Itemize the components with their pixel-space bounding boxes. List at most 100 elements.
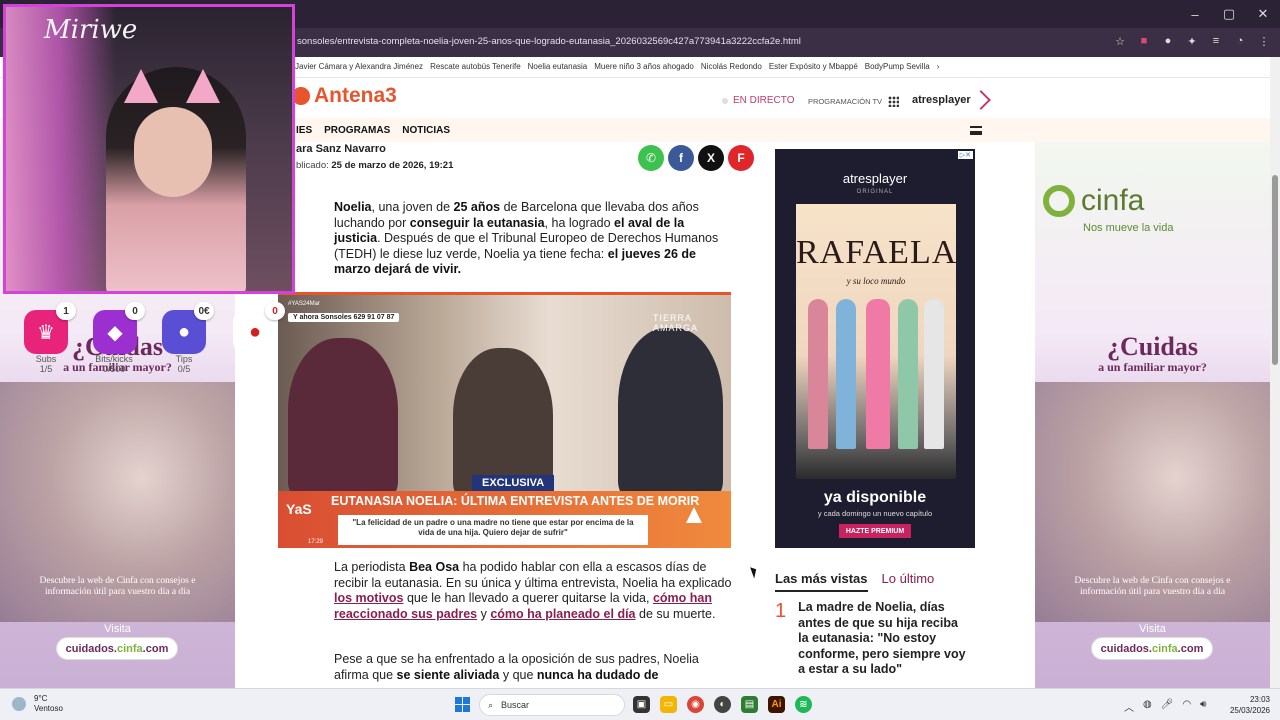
- microphone-icon[interactable]: 🎤︎: [1161, 699, 1174, 714]
- more-menu-icon[interactable]: ⋮: [1256, 33, 1272, 49]
- widget-progress: 0/5: [177, 364, 191, 374]
- grid-icon: [888, 96, 900, 107]
- subs-count: 1: [56, 302, 76, 320]
- bookmark-item[interactable]: Javier Cámara y Alexandra Jiménez: [295, 62, 423, 71]
- tv-guide-label: PROGRAMACIÓN TV: [808, 97, 883, 106]
- puzzle-icon[interactable]: ✦: [1184, 33, 1200, 49]
- volume-icon[interactable]: 🔊︎: [1200, 699, 1206, 714]
- bookmark-item[interactable]: Muere niño 3 años ahogado: [594, 62, 694, 71]
- webcam-overlay: Miriwe: [3, 4, 295, 294]
- weather-widget[interactable]: 9°C Ventoso: [34, 694, 63, 714]
- profile-icon[interactable]: ◔: [1232, 33, 1248, 49]
- bookmark-item[interactable]: Nicolás Redondo: [701, 62, 762, 71]
- weather-cloud-icon[interactable]: [12, 697, 26, 711]
- bits-widget: ◆ 0: [93, 302, 145, 354]
- cam-background-light: [6, 7, 116, 291]
- intro-bold: conseguir la eutanasia: [409, 215, 545, 230]
- presenter-figure: [288, 338, 398, 498]
- network-icon[interactable]: ◍: [1143, 699, 1152, 714]
- ad-url-button[interactable]: cuidados. cinfa .com: [56, 637, 178, 660]
- ad-url-part: .com: [142, 642, 169, 655]
- link-dia[interactable]: cómo ha planeado el día: [490, 607, 635, 621]
- whatsapp-share-icon[interactable]: ✆: [638, 145, 664, 171]
- para-bold: nunca ha dudado de: [536, 667, 659, 682]
- url-input[interactable]: sonsoles/entrevista-completa-noelia-jove…: [297, 36, 801, 47]
- flipboard-share-icon[interactable]: F: [728, 145, 754, 171]
- atresplayer-link[interactable]: atresplayer: [912, 90, 991, 110]
- bookmark-item[interactable]: Noelia eutanasia: [528, 62, 588, 71]
- show-poster: RAFAELA y su loco mundo: [796, 204, 956, 479]
- atresplayer-ad[interactable]: ▷✕ atresplayer ORIGINAL RAFAELA y su loc…: [775, 149, 975, 548]
- bookmark-item[interactable]: BodyPump Sevilla: [865, 62, 930, 71]
- scroll-thumb[interactable]: [1272, 175, 1278, 365]
- exclusive-badge: EXCLUSIVA: [472, 475, 555, 491]
- task-view-icon[interactable]: ▣: [633, 696, 650, 713]
- hero-hashtag: #YAS24Mar: [288, 301, 320, 307]
- windows-start-icon[interactable]: [455, 697, 470, 712]
- lower-third-quote: "La felicidad de un padre o una madre no…: [338, 515, 648, 545]
- live-label: EN DIRECTO: [733, 95, 795, 106]
- gem-icon: ◆: [107, 321, 123, 344]
- cinfa-logo: cinfa: [1043, 184, 1144, 218]
- share-buttons: ✆ f X F: [638, 145, 754, 171]
- spotify-icon[interactable]: ≋: [795, 696, 812, 713]
- extension-icon[interactable]: ●: [1160, 33, 1176, 49]
- search-icon: ⌕: [488, 699, 494, 710]
- adchoices-icon[interactable]: ▷✕: [957, 151, 973, 159]
- article-author[interactable]: ara Sanz Navarro: [296, 143, 386, 155]
- nav-item-noticias[interactable]: NOTICIAS: [402, 125, 450, 136]
- most-viewed-title[interactable]: La madre de Noelia, días antes de que su…: [798, 600, 968, 678]
- live-link[interactable]: EN DIRECTO: [722, 95, 795, 106]
- wifi-icon[interactable]: ◠: [1182, 699, 1191, 714]
- atresplayer-chevron-icon: [970, 90, 991, 110]
- bomb-icon: ●: [248, 320, 262, 343]
- chevron-up-icon[interactable]: ︿: [1124, 699, 1134, 714]
- file-explorer-icon[interactable]: ▭: [660, 696, 677, 713]
- taskbar-search[interactable]: ⌕ Buscar: [479, 694, 625, 716]
- tab-latest[interactable]: Lo último: [882, 571, 935, 592]
- bookmark-item[interactable]: Ester Expósito y Mbappé: [769, 62, 858, 71]
- ad-headline: ¿Cuidas: [1106, 332, 1199, 361]
- minimize-button[interactable]: –: [1178, 0, 1212, 28]
- ad-url-button[interactable]: cuidados. cinfa .com: [1091, 637, 1213, 660]
- obs-icon[interactable]: ◐: [714, 696, 731, 713]
- article-hero-image[interactable]: #YAS24Mar Y ahora Sonsoles 629 91 07 87 …: [278, 292, 731, 548]
- chevron-right-icon[interactable]: ›: [937, 62, 940, 71]
- cinfa-ad-right[interactable]: cinfa Nos mueve la vida ¿Cuidas a un fam…: [1035, 142, 1270, 688]
- menu-list-icon[interactable]: ≡: [1208, 33, 1224, 49]
- illustrator-icon[interactable]: Ai: [768, 696, 785, 713]
- x-share-icon[interactable]: X: [698, 145, 724, 171]
- tips-count: 0€: [194, 302, 214, 320]
- poster-figure: [808, 299, 828, 449]
- extension-icon[interactable]: ■: [1136, 33, 1152, 49]
- window-controls: – ▢ ✕: [1178, 0, 1280, 28]
- widget-progress: 1/5: [39, 364, 53, 374]
- nav-item-programas[interactable]: PROGRAMAS: [324, 125, 390, 136]
- chrome-icon[interactable]: ◉: [687, 696, 704, 713]
- nav-item[interactable]: IES: [296, 125, 312, 136]
- bookmark-item[interactable]: Rescate autobús Tenerife: [430, 62, 521, 71]
- tv-guide-link[interactable]: PROGRAMACIÓN TV: [808, 96, 900, 107]
- taskbar: 9°C Ventoso ⌕ Buscar ▣ ▭ ◉ ◐ ▤ Ai ≋ ︿ ◍ …: [0, 688, 1280, 720]
- facebook-share-icon[interactable]: f: [668, 145, 694, 171]
- clock-time: 23:03: [1249, 695, 1270, 704]
- guest-figure: [618, 328, 723, 498]
- para-bold: Bea Osa: [409, 560, 460, 574]
- cinfa-brand: cinfa: [1081, 184, 1145, 217]
- tab-most-viewed[interactable]: Las más vistas: [775, 571, 868, 592]
- app-icon[interactable]: ▤: [741, 696, 758, 713]
- logo-text: Antena3: [314, 84, 397, 107]
- maximize-button[interactable]: ▢: [1212, 0, 1246, 28]
- page-scrollbar[interactable]: [1270, 57, 1280, 688]
- widget-progress: 0/500: [102, 364, 126, 374]
- link-motivos[interactable]: los motivos: [334, 591, 403, 605]
- bookmark-star-icon[interactable]: ☆: [1112, 33, 1128, 49]
- premium-button[interactable]: HAZTE PREMIUM: [839, 524, 911, 538]
- ad-original-label: ORIGINAL: [856, 189, 894, 195]
- system-clock[interactable]: 23:03 25/03/2026: [1226, 694, 1270, 716]
- close-button[interactable]: ✕: [1246, 0, 1280, 28]
- crown-icon: ♛: [37, 321, 55, 344]
- hamburger-menu-icon[interactable]: [970, 126, 982, 135]
- most-viewed-item[interactable]: 1 La madre de Noelia, días antes de que …: [775, 600, 968, 678]
- antena3-logo[interactable]: Antena3: [292, 84, 397, 108]
